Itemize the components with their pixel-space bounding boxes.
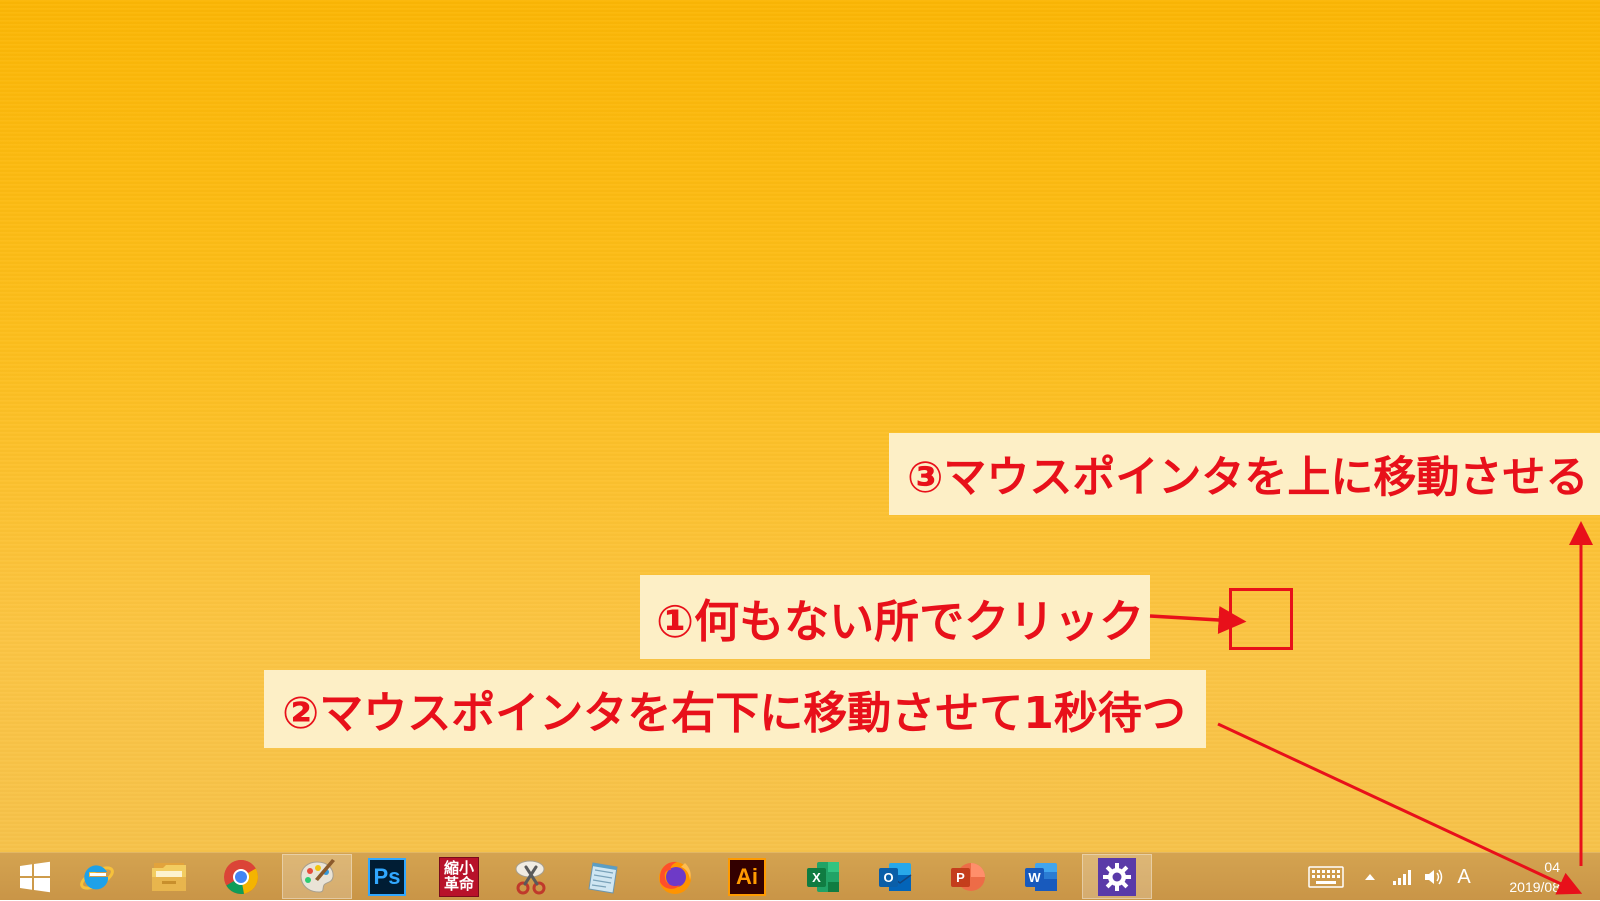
speaker-icon [1425, 869, 1443, 885]
folder-icon [152, 862, 186, 891]
word-label: W [1028, 870, 1041, 885]
taskbar: Ps 縮小 革命 Ai X O P W A 04 2019/08 [0, 852, 1600, 900]
clock[interactable]: 04 2019/08 [1484, 857, 1560, 897]
taskbar-paint[interactable] [282, 854, 352, 899]
taskbar-notepad[interactable] [568, 854, 638, 899]
touch-keyboard-button[interactable] [1304, 853, 1348, 901]
keyboard-icon [1308, 866, 1344, 888]
settings-icon-tile [1098, 857, 1136, 896]
ime-mode-button[interactable]: A [1450, 853, 1478, 901]
step1-text: ①何もない所でクリック [656, 594, 1145, 648]
taskbar-word[interactable]: W [1006, 854, 1076, 899]
resize-app-label-top: 縮小 [443, 859, 474, 877]
scissors-icon [515, 860, 546, 894]
signal-icon [1393, 870, 1411, 885]
clock-time: 04 [1544, 859, 1560, 875]
step3-callout: ③マウスポインタを上に移動させる [889, 433, 1600, 515]
outlook-icon: O [879, 862, 912, 891]
word-icon: W [1025, 862, 1057, 891]
firefox-icon [659, 861, 691, 894]
taskbar-photoshop[interactable]: Ps [352, 854, 422, 899]
show-hidden-icons-button[interactable] [1358, 853, 1382, 901]
windows-logo-icon [20, 861, 50, 892]
chrome-icon [224, 859, 258, 894]
illustrator-icon: Ai [728, 857, 766, 896]
taskbar-snipping-tool[interactable] [496, 854, 566, 899]
taskbar-powerpoint[interactable]: P [932, 854, 1002, 899]
taskbar-outlook[interactable]: O [860, 854, 930, 899]
click-target-box [1229, 588, 1293, 650]
desktop[interactable]: ③マウスポインタを上に移動させる ①何もない所でクリック ②マウスポインタを右下… [0, 0, 1600, 852]
resize-app-label-bottom: 革命 [443, 875, 474, 893]
step2-text: ②マウスポインタを右下に移動させて1秒待つ [282, 688, 1186, 739]
volume-button[interactable] [1420, 853, 1448, 901]
step2-callout: ②マウスポインタを右下に移動させて1秒待つ [264, 670, 1206, 748]
taskbar-firefox[interactable] [640, 854, 710, 899]
step1-callout: ①何もない所でクリック [640, 575, 1150, 659]
internet-explorer-icon [80, 864, 114, 890]
taskbar-illustrator[interactable]: Ai [712, 854, 782, 899]
resize-app-icon: 縮小 革命 [439, 856, 479, 897]
notepad-icon [588, 861, 618, 894]
network-status-button[interactable] [1388, 853, 1416, 901]
photoshop-label: Ps [373, 863, 401, 889]
taskbar-google-chrome[interactable] [206, 854, 276, 899]
clock-date: 2019/08 [1509, 879, 1560, 895]
outlook-label: O [883, 870, 893, 885]
start-button[interactable] [0, 854, 70, 899]
gear-icon [1103, 862, 1131, 891]
taskbar-file-explorer[interactable] [134, 854, 204, 899]
taskbar-settings[interactable] [1082, 854, 1152, 899]
illustrator-label: Ai [736, 863, 758, 889]
taskbar-excel[interactable]: X [788, 854, 858, 899]
chevron-up-icon [1365, 874, 1375, 880]
paint-palette-icon [300, 858, 335, 893]
taskbar-internet-explorer[interactable] [62, 854, 132, 899]
excel-label: X [812, 870, 821, 885]
excel-icon: X [807, 861, 839, 892]
taskbar-shukushou-kakumei[interactable]: 縮小 革命 [424, 854, 494, 899]
photoshop-icon: Ps [368, 857, 406, 896]
powerpoint-label: P [956, 870, 965, 885]
step3-text: ③マウスポインタを上に移動させる [907, 453, 1589, 503]
ime-indicator: A [1457, 865, 1471, 888]
powerpoint-icon: P [951, 862, 985, 891]
